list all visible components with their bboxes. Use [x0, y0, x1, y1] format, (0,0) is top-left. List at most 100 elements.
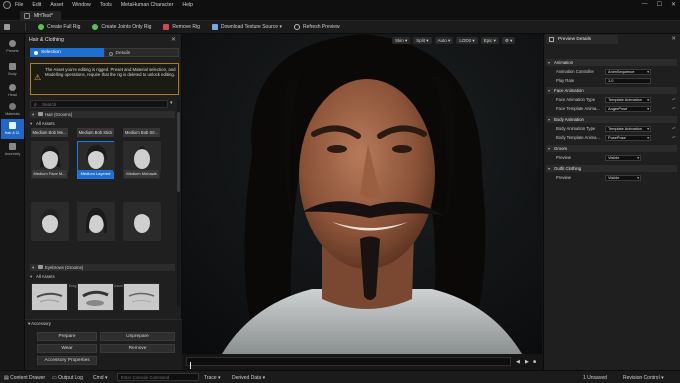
- timeline-scrubber[interactable]: [186, 357, 511, 369]
- menu-asset[interactable]: Asset: [50, 2, 63, 8]
- hair-item[interactable]: [77, 202, 115, 241]
- view-options-icon[interactable]: ▾: [170, 100, 173, 106]
- scrollbar-thumb[interactable]: [177, 112, 180, 192]
- face-template-animation-dropdown[interactable]: AngerPose ▾: [605, 106, 651, 112]
- face-animation-type-dropdown[interactable]: Template Animation ▾: [605, 97, 651, 103]
- section-body-animation[interactable]: ▾ Body Animation: [546, 116, 677, 123]
- content-drawer-label: Content Drawer: [10, 375, 46, 381]
- close-window-button[interactable]: ✕: [671, 1, 676, 8]
- nav-materials[interactable]: Materials: [1, 100, 24, 120]
- section-face-animation[interactable]: ▾ Face Animation: [546, 87, 677, 94]
- skin-dropdown[interactable]: Skin ▾: [392, 37, 411, 44]
- remove-accessory-button[interactable]: Remove: [100, 344, 175, 353]
- revision-control-dropdown[interactable]: Revision Control ▾: [623, 375, 664, 381]
- unsaved-indicator[interactable]: 1 Unsaved: [583, 375, 607, 381]
- chevron-down-icon: ▾: [637, 156, 639, 160]
- menu-window[interactable]: Window: [72, 2, 90, 8]
- nav-hair-clothing[interactable]: Hair & Cl.: [1, 119, 24, 139]
- eyebrows-subgroup-header[interactable]: ▾ All Assets: [30, 273, 175, 280]
- eyebrow-item[interactable]: [77, 283, 114, 311]
- play-rate-field[interactable]: 1.0: [605, 78, 651, 84]
- character-preview-render[interactable]: [182, 34, 542, 354]
- trace-dropdown[interactable]: Trace ▾: [204, 375, 221, 381]
- close-panel-button[interactable]: ✕: [171, 36, 176, 43]
- groom-preview-dropdown[interactable]: Visible ▾: [605, 155, 641, 161]
- eyebrows-group-header[interactable]: ▾ Eyebrows (Grooms): [30, 264, 175, 271]
- hair-item-medium-bob-me[interactable]: Medium Bob Me...: [31, 128, 68, 137]
- remove-rig-button[interactable]: Remove Rig: [163, 24, 200, 30]
- playhead[interactable]: [190, 362, 191, 369]
- reset-icon[interactable]: ↶: [672, 134, 676, 142]
- quality-dropdown[interactable]: Epic ▾: [480, 37, 499, 44]
- reset-icon[interactable]: ↶: [672, 125, 676, 133]
- output-log-button[interactable]: ▭ Output Log: [52, 375, 83, 381]
- download-texture-source-button[interactable]: Download Texture Source ▾: [211, 24, 282, 30]
- menu-metahuman-character[interactable]: MetaHuman Character: [121, 2, 173, 8]
- property-label: Preview: [556, 175, 571, 180]
- maximize-button[interactable]: ☐: [657, 1, 662, 8]
- split-dropdown[interactable]: Split ▾: [413, 37, 432, 44]
- prepare-button[interactable]: Prepare: [37, 332, 97, 341]
- accessory-header[interactable]: ▾ Accessory: [28, 321, 51, 327]
- section-animation[interactable]: ▾ Animation: [546, 59, 677, 66]
- hair-item-medium-face[interactable]: Medium Face M...: [31, 141, 69, 179]
- menu-tools[interactable]: Tools: [100, 2, 112, 8]
- nav-assembly[interactable]: Assembly: [1, 140, 24, 160]
- tab-preview-details[interactable]: Preview Details: [546, 35, 618, 44]
- eyebrow-item[interactable]: [31, 283, 68, 311]
- play-reverse-button[interactable]: ◀: [516, 359, 520, 365]
- content-drawer-button[interactable]: ▤ Content Drawer: [4, 375, 45, 381]
- hair-group-header[interactable]: ▾ Hair (Grooms): [30, 111, 175, 118]
- play-button[interactable]: ▶: [525, 359, 529, 365]
- stop-button[interactable]: ■: [533, 359, 536, 365]
- menu-help[interactable]: Help: [182, 2, 193, 8]
- create-full-rig-button[interactable]: Create Full Rig: [38, 24, 80, 30]
- save-button[interactable]: [4, 24, 13, 30]
- menu-edit[interactable]: Edit: [32, 2, 41, 8]
- create-joints-only-rig-button[interactable]: Create Joints Only Rig: [92, 24, 151, 30]
- panel-scrollbar[interactable]: [177, 100, 180, 306]
- nav-presets[interactable]: Presets: [1, 37, 24, 57]
- hair-subgroup-header[interactable]: ▾ All Assets: [30, 120, 175, 127]
- minimize-button[interactable]: —: [642, 1, 648, 8]
- cmd-dropdown[interactable]: Cmd ▾: [93, 375, 107, 381]
- property-label: Body Animation Type: [556, 126, 596, 131]
- property-play-rate: Play Rate 1.0: [546, 77, 677, 85]
- auto-dropdown[interactable]: Auto ▾: [434, 37, 454, 44]
- hair-item-medium-bob-stick[interactable]: Medium Bob Stick: [77, 128, 114, 137]
- tab-mhtest[interactable]: MHTest*: [20, 11, 61, 21]
- hair-item[interactable]: [123, 202, 161, 241]
- body-template-animation-dropdown[interactable]: PosePose ▾: [605, 135, 651, 141]
- eyebrow-item[interactable]: [123, 283, 160, 311]
- close-details-button[interactable]: ✕: [671, 36, 676, 42]
- unprepare-button[interactable]: Unprepare: [100, 332, 175, 341]
- hair-item-medium-layered[interactable]: Medium Layered: [77, 141, 115, 179]
- nav-body[interactable]: Body: [1, 60, 24, 80]
- lod-dropdown[interactable]: LOD0 ▾: [456, 37, 478, 44]
- hair-item[interactable]: [31, 202, 69, 241]
- reset-icon[interactable]: ↶: [672, 96, 676, 104]
- menu-file[interactable]: File: [15, 2, 23, 8]
- derived-data-dropdown[interactable]: Derived Data ▾: [232, 375, 265, 381]
- hair-item-medium-bob-str[interactable]: Medium Bob Str...: [123, 128, 160, 137]
- unreal-logo-icon[interactable]: [3, 1, 11, 9]
- reset-icon[interactable]: ↶: [672, 105, 676, 113]
- accessory-properties-button[interactable]: Accessory Properties: [37, 356, 97, 365]
- section-groom[interactable]: ▾ Groom: [546, 145, 677, 152]
- viewport-settings-button[interactable]: ⚙ ▾: [501, 37, 516, 44]
- body-animation-type-dropdown[interactable]: Template Animation ▾: [605, 126, 651, 132]
- viewport[interactable]: Skin ▾ Split ▾ Auto ▾ LOD0 ▾ Epic ▾ ⚙ ▾ …: [182, 34, 542, 370]
- animation-controller-dropdown[interactable]: AnimSequence ▾: [605, 69, 651, 75]
- outfit-preview-dropdown[interactable]: Visible ▾: [605, 175, 641, 181]
- nav-head[interactable]: Head: [1, 81, 24, 101]
- selection-tab[interactable]: Selection: [30, 48, 104, 57]
- hair-item-medium-mohawk[interactable]: Medium Mohawk: [123, 141, 161, 179]
- section-outfit-clothing[interactable]: ▾ Outfit Clothing: [546, 165, 677, 172]
- property-value: AnimSequence: [608, 69, 635, 74]
- search-input[interactable]: [42, 101, 162, 107]
- details-tab[interactable]: Details: [103, 48, 179, 57]
- search-box[interactable]: ⌕: [30, 100, 168, 108]
- wear-button[interactable]: Wear: [37, 344, 97, 353]
- refresh-preview-button[interactable]: Refresh Preview: [293, 24, 340, 30]
- console-command-input[interactable]: Enter Console Command: [117, 373, 199, 381]
